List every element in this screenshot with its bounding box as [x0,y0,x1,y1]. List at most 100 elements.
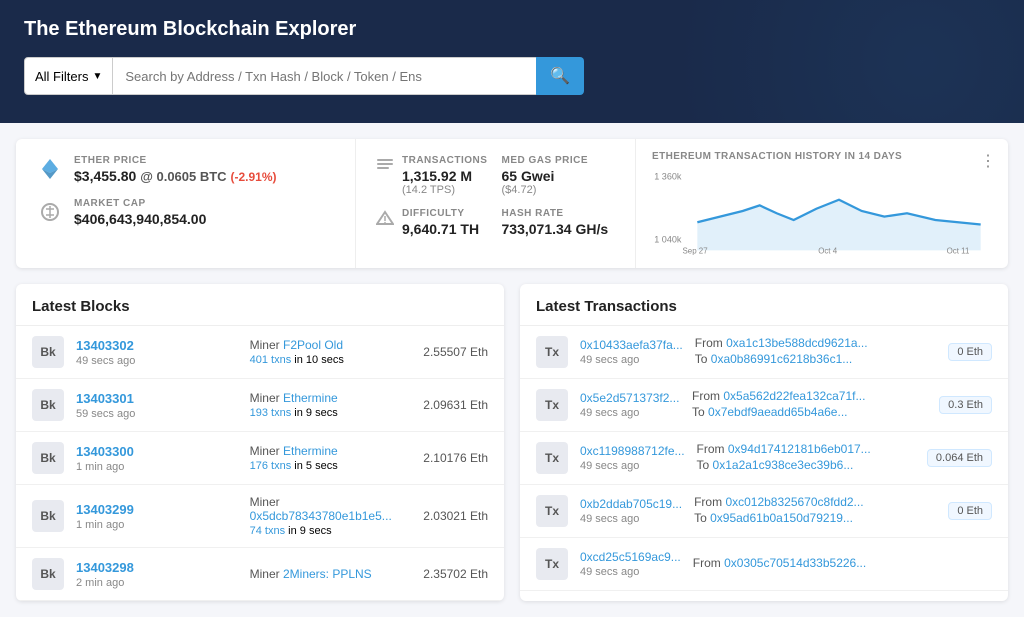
search-icon: 🔍 [550,68,570,85]
block-info: 13403300 1 min ago [76,444,238,473]
tx-addresses: From 0xa1c13be588dcd9621a... To 0xa0b869… [695,336,937,368]
tx-time: 49 secs ago [580,407,680,419]
tx-badge: Tx [536,495,568,527]
block-number[interactable]: 13403298 [76,560,238,575]
block-miner-info: Miner Ethermine 193 txns in 9 secs [250,391,412,419]
tx-info: 0xb2ddab705c19... 49 secs ago [580,497,682,525]
miner-link[interactable]: Ethermine [283,444,338,458]
transactions-icon [376,157,394,178]
market-cap-icon [36,198,64,226]
tx-from: From 0xc012b8325670c8fdd2... [694,495,936,509]
latest-blocks-title: Latest Blocks [16,284,504,326]
block-info: 13403302 49 secs ago [76,338,238,367]
block-number[interactable]: 13403302 [76,338,238,353]
difficulty-stat: DIFFICULTY 9,640.71 TH [376,208,490,237]
block-badge: Bk [32,336,64,368]
tx-hash[interactable]: 0xc1198988712fe... [580,444,685,458]
ether-price-icon [36,155,64,183]
tx-to: To 0x7ebdf9aeadd65b4a6e... [692,405,927,419]
tx-addresses: From 0x0305c70514d33b5226... [693,556,992,572]
tx-value: 0 Eth [948,502,992,520]
tx-time: 49 secs ago [580,354,683,366]
block-info: 13403299 1 min ago [76,502,238,531]
table-row: Bk 13403300 1 min ago Miner Ethermine 17… [16,432,504,485]
block-time: 1 min ago [76,519,238,531]
block-txns: 401 txns in 10 secs [250,354,412,366]
block-miner: Miner F2Pool Old [250,338,412,352]
table-row: Bk 13403298 2 min ago Miner 2Miners: PPL… [16,548,504,601]
block-number[interactable]: 13403301 [76,391,238,406]
table-row: Tx 0xcd25c5169ac9... 49 secs ago From 0x… [520,538,1008,591]
svg-text:Oct 4: Oct 4 [818,247,838,256]
block-time: 2 min ago [76,577,238,589]
tx-hash[interactable]: 0x10433aefa37fa... [580,338,683,352]
stats-mid: TRANSACTIONS 1,315.92 M (14.2 TPS) MED G… [356,139,636,268]
block-number[interactable]: 13403299 [76,502,238,517]
stats-chart: ETHEREUM TRANSACTION HISTORY IN 14 DAYS … [636,139,1008,268]
block-reward: 2.09631 Eth [423,398,488,412]
tx-hash[interactable]: 0xcd25c5169ac9... [580,550,681,564]
block-reward: 2.55507 Eth [423,345,488,359]
latest-transactions-title: Latest Transactions [520,284,1008,326]
table-row: Tx 0xb2ddab705c19... 49 secs ago From 0x… [520,485,1008,538]
search-input[interactable] [113,57,536,95]
block-miner-info: Miner 0x5dcb78343780e1b1e5... 74 txns in… [250,495,412,537]
miner-link[interactable]: F2Pool Old [283,338,343,352]
svg-text:Sep 27: Sep 27 [683,247,708,256]
miner-link[interactable]: 2Miners: PPLNS [283,567,372,581]
tx-addresses: From 0x94d17412181b6eb017... To 0x1a2a1c… [697,442,915,474]
miner-link[interactable]: 0x5dcb78343780e1b1e5... [250,509,392,523]
tx-to: To 0xa0b86991c6218b36c1... [695,352,937,366]
tx-from: From 0xa1c13be588dcd9621a... [695,336,937,350]
table-row: Tx 0x5e2d571373f2... 49 secs ago From 0x… [520,379,1008,432]
block-miner: Miner Ethermine [250,444,412,458]
tx-from: From 0x0305c70514d33b5226... [693,556,992,570]
tx-hash[interactable]: 0xb2ddab705c19... [580,497,682,511]
block-txns: 193 txns in 9 secs [250,407,412,419]
filter-dropdown[interactable]: All Filters ▼ [24,57,113,95]
tx-from: From 0x5a562d22fea132ca71f... [692,389,927,403]
tx-time: 49 secs ago [580,513,682,525]
tx-from: From 0x94d17412181b6eb017... [697,442,915,456]
market-cap-value: $406,643,940,854.00 [74,211,206,227]
block-reward: 2.03021 Eth [423,509,488,523]
market-cap-label: MARKET CAP [74,198,206,209]
block-time: 1 min ago [76,461,238,473]
block-info: 13403301 59 secs ago [76,391,238,420]
block-txns: 74 txns in 9 secs [250,525,412,537]
main-content: Latest Blocks Bk 13403302 49 secs ago Mi… [0,284,1024,617]
tx-hash[interactable]: 0x5e2d571373f2... [580,391,680,405]
block-number[interactable]: 13403300 [76,444,238,459]
tx-badge: Tx [536,389,568,421]
table-row: Tx 0x10433aefa37fa... 49 secs ago From 0… [520,326,1008,379]
table-row: Tx 0xc1198988712fe... 49 secs ago From 0… [520,432,1008,485]
tx-badge: Tx [536,442,568,474]
block-reward: 2.35702 Eth [423,567,488,581]
chart-y-top: 1 360k [654,172,682,182]
block-miner-info: Miner 2Miners: PPLNS [250,567,412,581]
ether-price-row: ETHER PRICE $3,455.80 @ 0.0605 BTC (-2.9… [36,155,335,184]
tx-value: 0.3 Eth [939,396,992,414]
tx-value: 0.064 Eth [927,449,992,467]
tx-addresses: From 0xc012b8325670c8fdd2... To 0x95ad61… [694,495,936,527]
tx-value: 0 Eth [948,343,992,361]
tx-info: 0xcd25c5169ac9... 49 secs ago [580,550,681,578]
block-miner: Miner 2Miners: PPLNS [250,567,412,581]
table-row: Bk 13403301 59 secs ago Miner Ethermine … [16,379,504,432]
block-miner: Miner Ethermine [250,391,412,405]
table-row: Bk 13403302 49 secs ago Miner F2Pool Old… [16,326,504,379]
gas-price-stat: MED GAS PRICE 65 Gwei ($4.72) [502,155,616,196]
block-time: 49 secs ago [76,355,238,367]
table-row: Bk 13403299 1 min ago Miner 0x5dcb783437… [16,485,504,548]
tx-info: 0x5e2d571373f2... 49 secs ago [580,391,680,419]
block-miner: Miner 0x5dcb78343780e1b1e5... [250,495,412,523]
tx-addresses: From 0x5a562d22fea132ca71f... To 0x7ebdf… [692,389,927,421]
tx-to: To 0x95ad61b0a150d79219... [694,511,936,525]
tx-time: 49 secs ago [580,566,681,578]
ether-price-label: ETHER PRICE [74,155,276,166]
difficulty-icon [376,210,394,231]
miner-link[interactable]: Ethermine [283,391,338,405]
header: The Ethereum Blockchain Explorer All Fil… [0,0,1024,123]
block-badge: Bk [32,558,64,590]
search-button[interactable]: 🔍 [536,57,584,95]
